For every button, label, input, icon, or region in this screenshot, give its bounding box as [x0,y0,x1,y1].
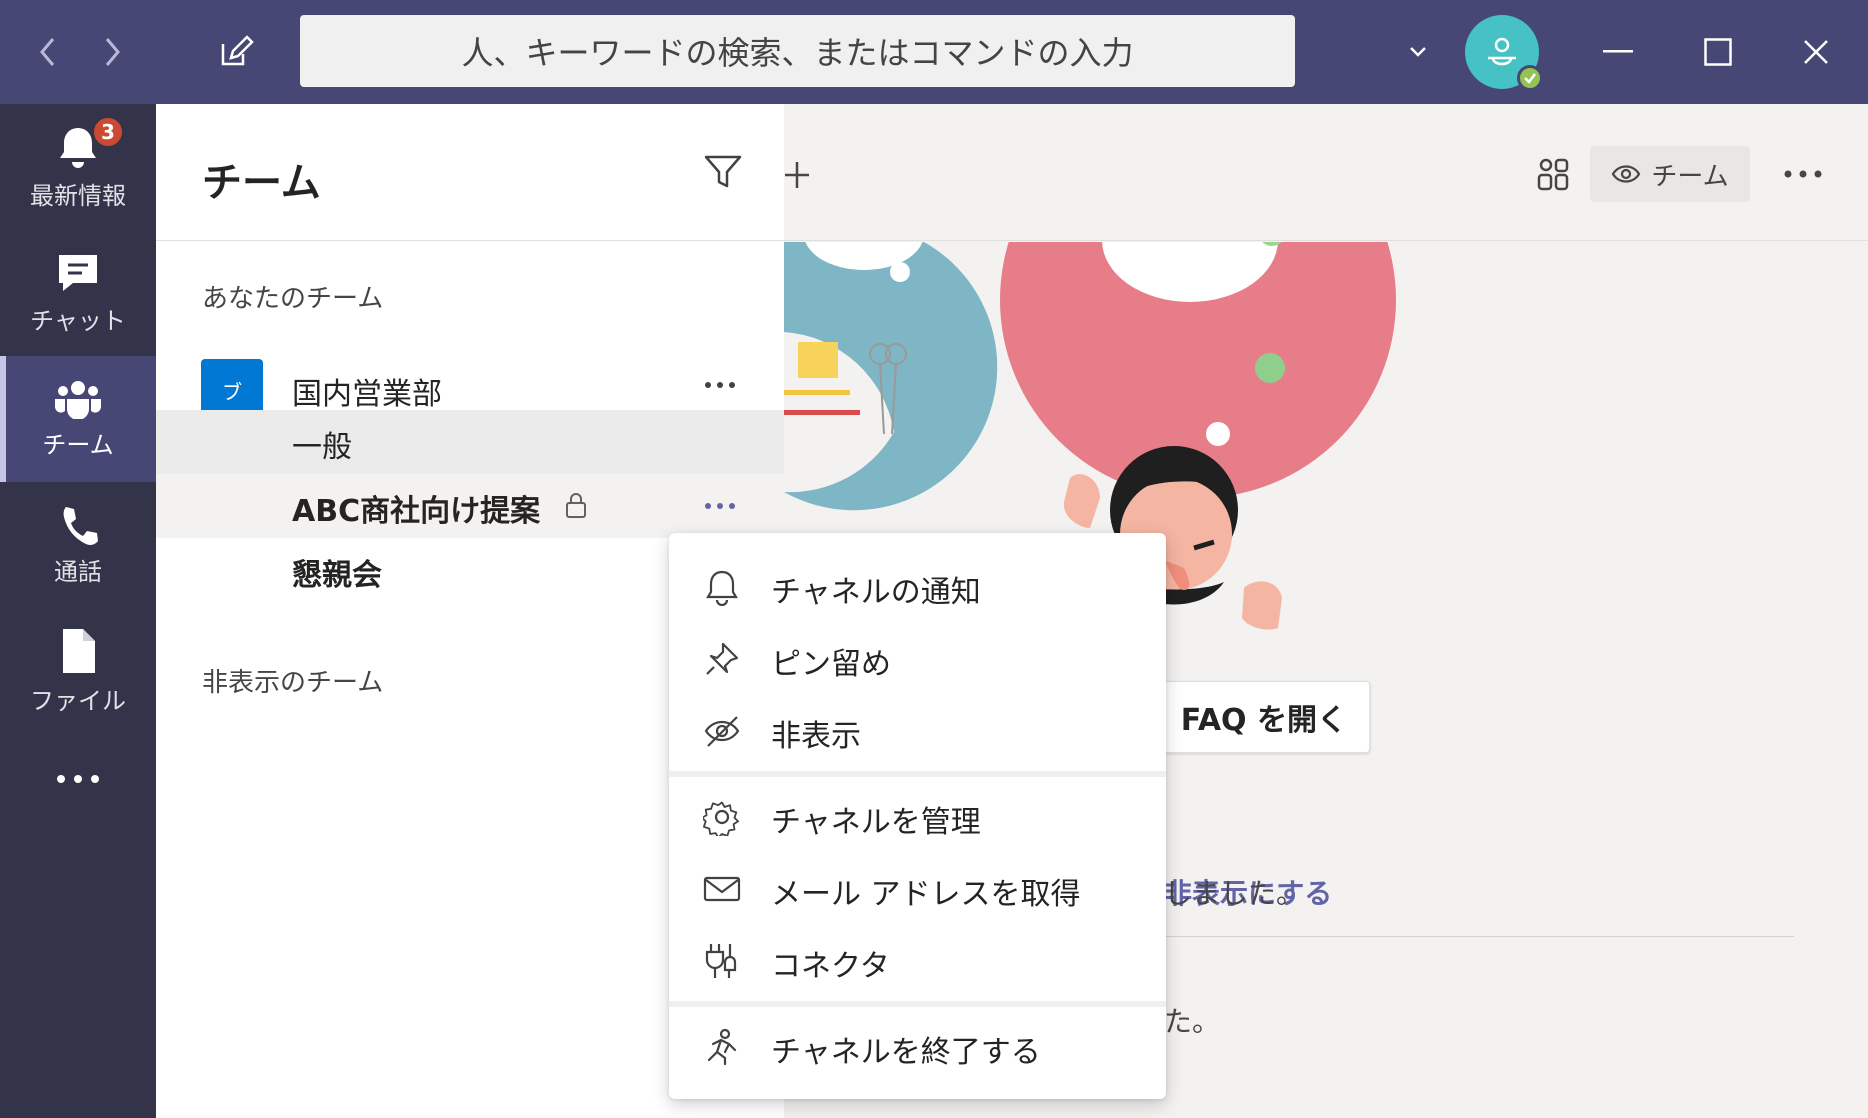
rail-item-activity[interactable]: 最新情報 3 [0,104,156,230]
rail-label: 最新情報 [30,181,126,210]
mail-icon [703,876,741,902]
section-label-your-teams: あなたのチーム [202,284,384,314]
forward-arrow-icon[interactable] [90,30,134,74]
section-label-hidden-teams[interactable]: 非表示のチーム [202,662,383,699]
page-title: チーム [202,160,321,206]
channel-context-menu: チャネルの通知 ピン留め 非表示 チャネルを管理 メール アドレスを取得 コネク… [669,533,1166,1099]
menu-item-label: 非表示 [771,719,861,754]
channel-header: チーム [784,104,1868,241]
filter-icon[interactable] [704,154,742,190]
pin-icon [706,642,739,675]
menu-item-leave-channel[interactable]: チャネルを終了する [669,1011,1166,1081]
channel-item[interactable]: ABC商社向け提案 [156,474,784,538]
more-options-icon[interactable] [1784,170,1822,178]
app-rail: 最新情報 3 チャット チーム 通話 ファイル [0,104,156,1118]
channel-name: ABC商社向け提案 [292,494,541,529]
title-bar: 人、キーワードの検索、またはコマンドの入力 [0,0,1868,104]
maximize-icon[interactable] [1696,30,1740,74]
lock-icon [566,493,586,518]
avatar[interactable] [1465,15,1543,91]
menu-item-label: コネクタ [771,949,890,984]
channel-name: 懇親会 [292,558,382,593]
rail-item-files[interactable]: ファイル [0,608,156,734]
file-icon [63,628,95,673]
menu-item-channel-notifications[interactable]: チャネルの通知 [669,551,1166,621]
menu-item-manage-channel[interactable]: チャネルを管理 [669,781,1166,851]
divider [1164,936,1794,937]
teams-icon [55,380,101,419]
rail-label: ファイル [30,686,126,715]
more-icon [57,775,99,783]
team-view-label: チーム [1651,161,1729,192]
menu-item-get-email[interactable]: メール アドレスを取得 [669,853,1166,923]
menu-item-pin[interactable]: ピン留め [669,623,1166,693]
channel-name: 一般 [292,430,352,465]
team-name: 国内営業部 [292,377,442,412]
menu-separator [669,1001,1166,1007]
minimize-icon[interactable] [1596,30,1640,74]
open-faq-button[interactable]: FAQ を開く [1140,681,1370,753]
menu-item-label: チャネルの通知 [771,575,981,610]
eye-icon [1612,165,1641,183]
rail-more-button[interactable] [0,734,156,824]
rail-label: チーム [42,430,114,459]
rail-item-calls[interactable]: 通話 [0,482,156,608]
presence-available-icon [1517,65,1543,91]
activity-text: た。 [1164,1005,1221,1038]
panel-header: チーム [156,104,784,241]
chat-icon [59,254,97,291]
back-arrow-icon[interactable] [26,30,70,74]
phone-icon [63,506,98,545]
compose-icon[interactable] [215,30,259,74]
menu-item-hide[interactable]: 非表示 [669,695,1166,765]
menu-item-label: メール アドレスを取得 [771,877,1081,912]
menu-item-connectors[interactable]: コネクタ [669,925,1166,995]
team-view-button[interactable]: チーム [1590,146,1750,202]
channel-more-icon[interactable] [705,503,735,509]
rail-item-chat[interactable]: チャット [0,230,156,356]
activity-text: しました。 [1164,877,1305,910]
rail-item-teams[interactable]: チーム [0,356,156,482]
org-icon[interactable] [1536,156,1570,192]
team-more-icon[interactable] [705,382,735,388]
menu-item-label: チャネルを管理 [771,805,981,840]
rail-label: 通話 [54,557,102,586]
gear-icon [703,801,740,836]
search-input[interactable]: 人、キーワードの検索、またはコマンドの入力 [300,15,1295,87]
search-placeholder: 人、キーワードの検索、またはコマンドの入力 [461,34,1134,72]
faq-label: FAQ を開く [1180,703,1347,738]
close-icon[interactable] [1794,30,1838,74]
menu-item-label: チャネルを終了する [771,1035,1041,1070]
menu-separator [669,771,1166,777]
rail-label: チャット [30,306,126,335]
add-tab-icon[interactable] [784,160,810,190]
notification-badge: 3 [92,116,124,148]
connector-icon [705,944,737,978]
bell-icon [706,570,738,606]
channel-item[interactable]: 一般 [156,410,784,474]
chevron-down-icon[interactable] [1396,30,1440,74]
menu-item-label: ピン留め [771,647,891,682]
leave-icon [707,1028,737,1066]
eye-off-icon [704,716,740,747]
